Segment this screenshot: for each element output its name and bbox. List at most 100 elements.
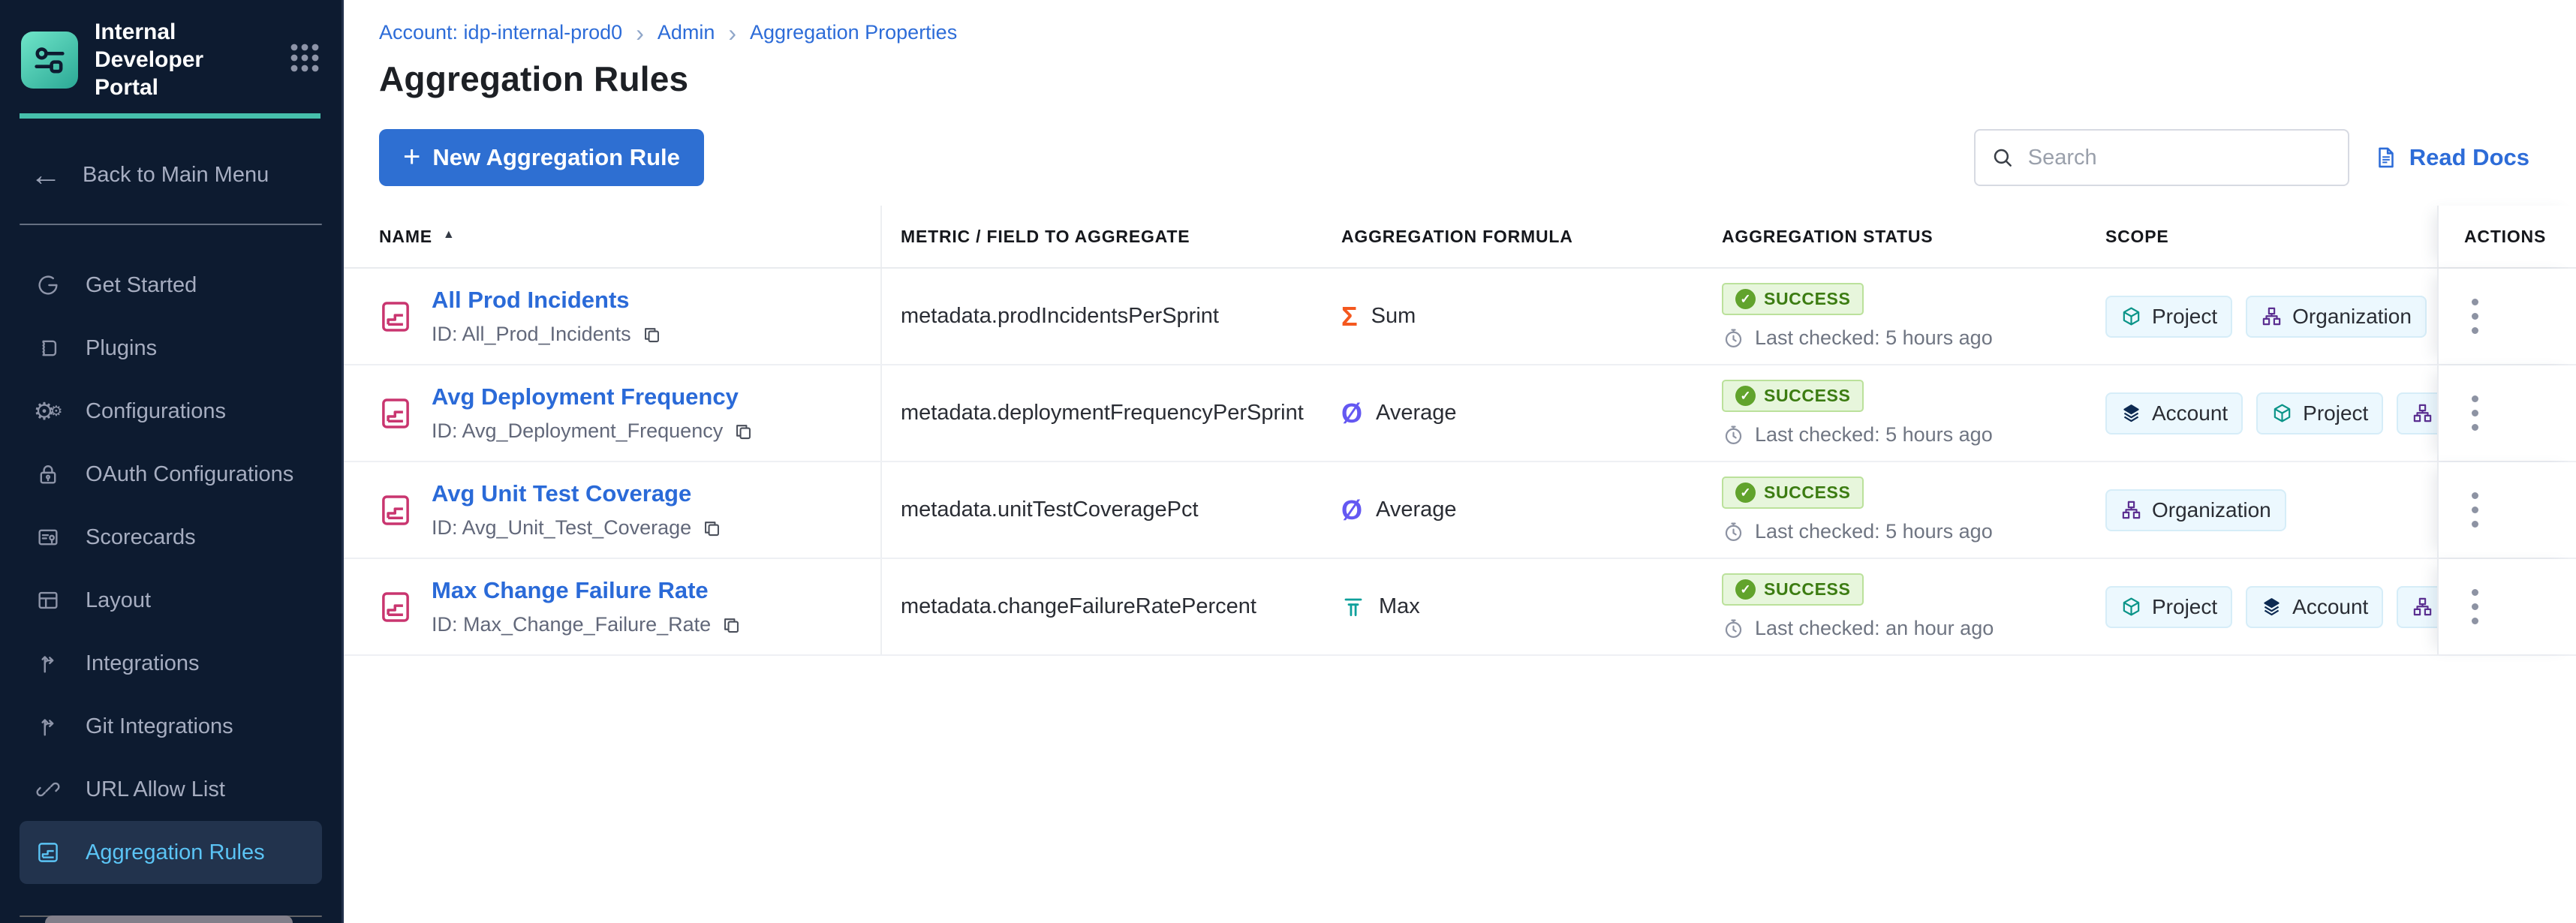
sidebar-item-plugins[interactable]: Plugins	[20, 317, 322, 380]
back-to-main-menu[interactable]: ← Back to Main Menu	[0, 159, 342, 191]
aggregation-rule-icon	[379, 589, 412, 625]
table-row: All Prod Incidents ID: All_Prod_Incident…	[344, 269, 2576, 365]
search-input[interactable]	[2027, 145, 2333, 171]
sidebar-item-scorecards[interactable]: Scorecards	[20, 506, 322, 569]
back-label: Back to Main Menu	[83, 163, 269, 188]
scope-chip-project: Project	[2256, 392, 2383, 434]
sidebar-nav: Get Started Plugins ⚙⚙ Configurations	[0, 254, 342, 884]
formula-label: Average	[1376, 498, 1457, 522]
sidebar-item-aggregation-rules[interactable]: Aggregation Rules	[20, 821, 322, 884]
sort-ascending-icon: ▲	[443, 228, 456, 242]
column-header-actions: ACTIONS	[2437, 206, 2576, 267]
copy-icon[interactable]	[733, 421, 754, 441]
chevron-right-icon: ›	[636, 20, 644, 45]
copy-icon[interactable]	[702, 518, 722, 538]
row-actions-kebab-menu[interactable]	[2464, 482, 2486, 538]
rule-name-link[interactable]: Max Change Failure Rate	[432, 577, 742, 604]
sidebar-header: Internal Developer Portal	[0, 0, 342, 101]
get-started-icon	[35, 272, 62, 299]
column-header-scope: SCOPE	[2102, 206, 2437, 267]
status-badge: ✓ SUCCESS	[1722, 573, 1864, 606]
rule-name-link[interactable]: Avg Unit Test Coverage	[432, 480, 722, 507]
aggregation-rules-icon	[35, 839, 62, 866]
check-circle-icon: ✓	[1735, 289, 1756, 309]
table-row: Avg Unit Test Coverage ID: Avg_Unit_Test…	[344, 462, 2576, 559]
check-circle-icon: ✓	[1735, 579, 1756, 600]
max-icon	[1341, 595, 1365, 619]
search-box	[1974, 129, 2349, 186]
row-actions-kebab-menu[interactable]	[2464, 579, 2486, 635]
layout-icon	[35, 587, 62, 614]
average-icon: Ø	[1341, 400, 1362, 427]
rule-id-text: ID: All_Prod_Incidents	[432, 323, 631, 346]
plus-icon: +	[403, 142, 420, 172]
plugins-icon	[35, 335, 62, 362]
organization-tree-icon	[2412, 596, 2433, 618]
scope-chip-organization: Organization	[2105, 489, 2286, 531]
scope-chip-account: Account	[2105, 392, 2243, 434]
sidebar-item-label: Get Started	[86, 273, 197, 298]
app-grid-icon[interactable]	[287, 41, 322, 79]
toolbar-right: Read Docs	[1974, 129, 2529, 186]
sidebar-item-oauth-configurations[interactable]: OAuth Configurations	[20, 443, 322, 506]
breadcrumb-account-link[interactable]: Account: idp-internal-prod0	[379, 21, 622, 44]
status-badge: ✓ SUCCESS	[1722, 283, 1864, 315]
table-row: Avg Deployment Frequency ID: Avg_Deploym…	[344, 365, 2576, 462]
copy-icon[interactable]	[642, 324, 662, 344]
metric-field: metadata.unitTestCoveragePct	[882, 462, 1341, 558]
sidebar-divider	[20, 224, 322, 225]
sidebar-item-label: Configurations	[86, 399, 226, 424]
read-docs-link[interactable]: Read Docs	[2373, 144, 2529, 171]
breadcrumb-admin-link[interactable]: Admin	[658, 21, 715, 44]
aggregation-rule-icon	[379, 299, 412, 335]
row-actions-kebab-menu[interactable]	[2464, 385, 2486, 441]
stopwatch-icon	[1722, 326, 1745, 350]
column-header-name[interactable]: NAME ▲	[344, 206, 882, 267]
sidebar-item-git-integrations[interactable]: Git Integrations	[20, 695, 322, 758]
aggregation-rule-icon	[379, 492, 412, 528]
copy-icon[interactable]	[721, 615, 742, 635]
status-badge: ✓ SUCCESS	[1722, 380, 1864, 412]
sidebar-item-integrations[interactable]: Integrations	[20, 632, 322, 695]
sidebar-item-layout[interactable]: Layout	[20, 569, 322, 632]
back-arrow-icon: ←	[30, 159, 62, 191]
new-rule-button-label: New Aggregation Rule	[432, 144, 680, 171]
sidebar-bottom-widget[interactable]	[45, 915, 293, 923]
rule-name-link[interactable]: Avg Deployment Frequency	[432, 383, 754, 410]
project-cube-icon	[2271, 402, 2293, 424]
integrations-branch-icon	[35, 650, 62, 677]
main-content: Account: idp-internal-prod0 › Admin › Ag…	[344, 0, 2576, 923]
formula-label: Average	[1376, 401, 1457, 425]
sidebar-item-label: Layout	[86, 588, 151, 613]
table-row: Max Change Failure Rate ID: Max_Change_F…	[344, 559, 2576, 656]
sidebar-item-url-allow-list[interactable]: URL Allow List	[20, 758, 322, 821]
check-circle-icon: ✓	[1735, 386, 1756, 406]
rule-name-link[interactable]: All Prod Incidents	[432, 287, 662, 314]
scope-chip-organization: Organization	[2246, 296, 2427, 338]
project-cube-icon	[2120, 596, 2142, 618]
organization-tree-icon	[2412, 402, 2433, 424]
check-circle-icon: ✓	[1735, 483, 1756, 503]
scorecards-icon	[35, 524, 62, 551]
page-title: Aggregation Rules	[379, 59, 2576, 99]
app-window: Internal Developer Portal ← Back to Main…	[0, 0, 2576, 923]
rule-id-text: ID: Avg_Deployment_Frequency	[432, 419, 723, 443]
metric-field: metadata.prodIncidentsPerSprint	[882, 269, 1341, 364]
average-icon: Ø	[1341, 497, 1362, 524]
breadcrumb-aggregation-properties-link[interactable]: Aggregation Properties	[750, 21, 957, 44]
account-layers-icon	[2261, 596, 2283, 618]
toolbar: + New Aggregation Rule Read Docs	[379, 129, 2529, 186]
sidebar-item-configurations[interactable]: ⚙⚙ Configurations	[20, 380, 322, 443]
breadcrumb: Account: idp-internal-prod0 › Admin › Ag…	[344, 0, 2576, 45]
rule-id-text: ID: Max_Change_Failure_Rate	[432, 613, 711, 636]
sidebar-item-get-started[interactable]: Get Started	[20, 254, 322, 317]
sidebar-item-label: Aggregation Rules	[86, 840, 265, 865]
last-checked: Last checked: 5 hours ago	[1722, 326, 1993, 350]
account-layers-icon	[2120, 402, 2142, 424]
column-header-metric: METRIC / FIELD TO AGGREGATE	[882, 206, 1341, 267]
last-checked: Last checked: 5 hours ago	[1722, 520, 1993, 543]
status-badge: ✓ SUCCESS	[1722, 477, 1864, 509]
chevron-right-icon: ›	[728, 20, 736, 45]
row-actions-kebab-menu[interactable]	[2464, 288, 2486, 344]
new-aggregation-rule-button[interactable]: + New Aggregation Rule	[379, 129, 704, 186]
